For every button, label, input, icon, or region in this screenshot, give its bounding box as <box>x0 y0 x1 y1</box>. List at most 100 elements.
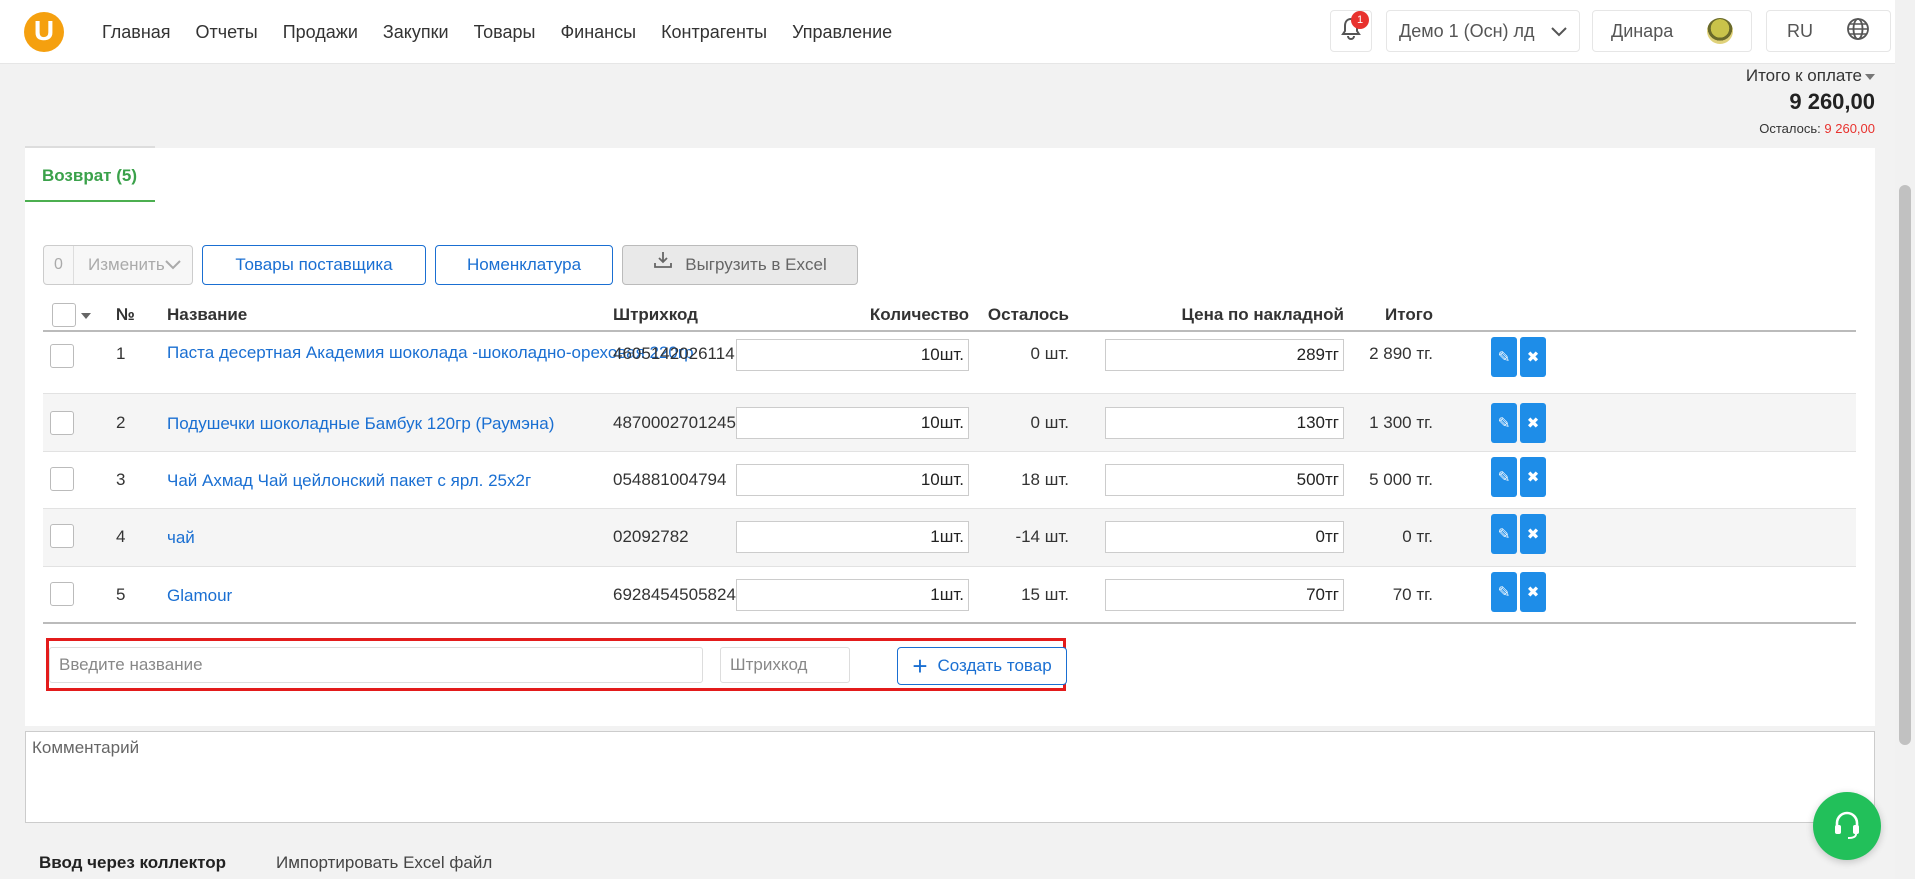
language-select[interactable]: RU <box>1766 10 1891 52</box>
price-input[interactable]: 500тг <box>1105 464 1344 496</box>
edit-icon: ✎ <box>1497 349 1511 366</box>
plus-icon: + <box>912 651 928 681</box>
edit-button[interactable]: ✎ <box>1491 403 1517 443</box>
qty-input[interactable]: 10шт. <box>736 407 969 439</box>
edit-button[interactable]: ✎ <box>1491 337 1517 377</box>
row-left: -14 шт. <box>1015 527 1069 546</box>
row-checkbox[interactable] <box>50 467 74 491</box>
avatar <box>1707 18 1733 44</box>
nav-item-finance[interactable]: Финансы <box>560 22 636 43</box>
row-left: 18 шт. <box>1021 470 1069 489</box>
tab-import-excel[interactable]: Импортировать Excel файл <box>276 853 492 873</box>
col-left: Осталось <box>987 305 1069 324</box>
scrollbar-thumb[interactable] <box>1899 185 1911 745</box>
col-price: Цена по накладной <box>1181 305 1345 324</box>
delete-button[interactable]: ✖ <box>1520 514 1546 554</box>
row-total: 1 300 тг. <box>1369 413 1433 432</box>
nav-item-reports[interactable]: Отчеты <box>196 22 258 43</box>
comment-field[interactable]: Комментарий <box>25 731 1875 823</box>
row-checkbox[interactable] <box>50 344 74 368</box>
barcode-input[interactable]: Штрихкод <box>720 647 850 683</box>
nav-item-home[interactable]: Главная <box>102 22 171 43</box>
chevron-down-icon <box>164 246 181 284</box>
download-icon <box>653 246 673 284</box>
nav-item-goods[interactable]: Товары <box>474 22 536 43</box>
tab-return[interactable]: Возврат (5) <box>25 148 155 202</box>
total-label-toggle[interactable]: Итого к оплате <box>1746 66 1875 86</box>
price-input[interactable]: 0тг <box>1105 521 1344 553</box>
delete-button[interactable]: ✖ <box>1520 457 1546 497</box>
row-left: 0 шт. <box>1030 344 1069 363</box>
row-barcode: 02092782 <box>613 527 689 546</box>
delete-button[interactable]: ✖ <box>1520 572 1546 612</box>
create-product-button[interactable]: + Создать товар <box>897 647 1067 685</box>
nav-item-purchases[interactable]: Закупки <box>383 22 449 43</box>
remaining-label: Осталось: <box>1759 121 1821 136</box>
price-input[interactable]: 130тг <box>1105 407 1344 439</box>
notification-badge: 1 <box>1351 11 1369 29</box>
export-excel-button[interactable]: Выгрузить в Excel <box>622 245 858 285</box>
remaining: Осталось: 9 260,00 <box>1746 121 1875 136</box>
qty-input[interactable]: 10шт. <box>736 339 969 371</box>
bulk-change-dropdown[interactable]: 0 Изменить <box>43 245 193 285</box>
row-checkbox[interactable] <box>50 524 74 548</box>
payment-totals: Итого к оплате 9 260,00 Осталось: 9 260,… <box>1746 66 1875 136</box>
col-num: № <box>116 305 135 324</box>
main-nav: Главная Отчеты Продажи Закупки Товары Фи… <box>102 0 917 64</box>
close-icon: ✖ <box>1526 526 1540 543</box>
row-checkbox[interactable] <box>50 582 74 606</box>
table-row: 1 Паста десертная Академия шоколада -шок… <box>43 335 1856 394</box>
product-name-input[interactable]: Введите название <box>49 647 703 683</box>
page-scrollbar[interactable] <box>1895 0 1915 879</box>
col-barcode: Штрихкод <box>613 305 698 324</box>
row-num: 3 <box>116 470 126 489</box>
close-icon: ✖ <box>1526 349 1540 366</box>
nomenclature-button[interactable]: Номенклатура <box>435 245 613 285</box>
selected-count: 0 <box>44 246 74 284</box>
notifications-button[interactable]: 1 <box>1330 10 1372 52</box>
organization-select[interactable]: Демо 1 (Осн) лд <box>1386 10 1580 52</box>
total-label: Итого к оплате <box>1745 66 1862 85</box>
tab-collector-input[interactable]: Ввод через коллектор <box>39 853 226 873</box>
close-icon: ✖ <box>1526 584 1540 601</box>
edit-icon: ✎ <box>1497 469 1511 486</box>
return-card: Возврат (5) 0 Изменить Товары поставщика… <box>25 146 1875 726</box>
edit-button[interactable]: ✎ <box>1491 514 1517 554</box>
col-qty: Количество <box>869 305 969 324</box>
change-label: Изменить <box>88 255 165 274</box>
row-num: 4 <box>116 527 126 546</box>
supplier-goods-button[interactable]: Товары поставщика <box>202 245 426 285</box>
nav-item-counterparties[interactable]: Контрагенты <box>661 22 767 43</box>
new-product-row: Введите название Штрихкод + Создать това… <box>46 638 1067 691</box>
price-input[interactable]: 289тг <box>1105 339 1344 371</box>
language-code: RU <box>1787 20 1813 41</box>
qty-input[interactable]: 1шт. <box>736 579 969 611</box>
table-row: 2 Подушечки шоколадные Бамбук 120гр (Рау… <box>43 394 1856 452</box>
user-menu[interactable]: Динара <box>1592 10 1752 52</box>
qty-input[interactable]: 1шт. <box>736 521 969 553</box>
edit-button[interactable]: ✎ <box>1491 572 1517 612</box>
edit-icon: ✎ <box>1497 526 1511 543</box>
support-chat-button[interactable] <box>1813 792 1881 860</box>
remaining-value: 9 260,00 <box>1824 121 1875 136</box>
headset-icon <box>1830 807 1864 846</box>
price-input[interactable]: 70тг <box>1105 579 1344 611</box>
delete-button[interactable]: ✖ <box>1520 403 1546 443</box>
toolbar: 0 Изменить Товары поставщика Номенклатур… <box>43 245 858 285</box>
total-amount: 9 260,00 <box>1789 89 1875 114</box>
nav-item-management[interactable]: Управление <box>792 22 892 43</box>
table-header: № Название Штрихкод Количество Осталось … <box>43 297 1856 332</box>
row-barcode: 4870002701245 <box>613 413 736 432</box>
row-num: 1 <box>116 344 126 363</box>
logo[interactable]: U <box>24 12 64 52</box>
delete-button[interactable]: ✖ <box>1520 337 1546 377</box>
row-checkbox[interactable] <box>50 411 74 435</box>
qty-input[interactable]: 10шт. <box>736 464 969 496</box>
edit-button[interactable]: ✎ <box>1491 457 1517 497</box>
close-icon: ✖ <box>1526 469 1540 486</box>
select-menu-caret-icon[interactable] <box>81 313 91 319</box>
select-all-checkbox[interactable] <box>52 303 76 327</box>
row-num: 2 <box>116 413 126 432</box>
col-total: Итого <box>1385 305 1433 324</box>
nav-item-sales[interactable]: Продажи <box>283 22 358 43</box>
